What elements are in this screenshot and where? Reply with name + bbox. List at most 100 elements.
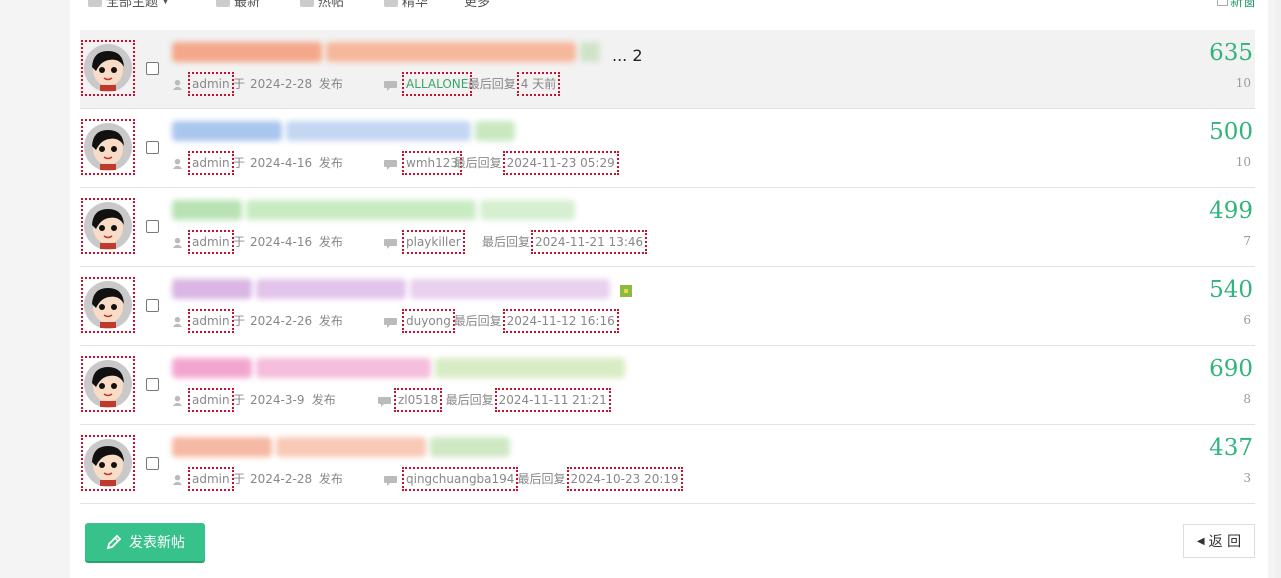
thread-row[interactable]: admin 于 2024-4-16 发布 playkiller 最后回复 202… (80, 188, 1255, 267)
last-reply-time[interactable]: 2024-11-11 21:21 (494, 388, 611, 412)
user-icon (172, 316, 183, 327)
author-sep: 于 (233, 393, 246, 407)
last-reply-label: 最后回复 (453, 314, 502, 328)
thread-title-obscured[interactable] (172, 437, 272, 457)
thread-row[interactable]: admin 于 2024-3-9 发布 zl0518 最后回复 2024-11-… (80, 346, 1255, 425)
view-count: 635 (1209, 40, 1253, 66)
author-link[interactable]: admin (188, 467, 234, 491)
filter-hot[interactable]: 热帖 (300, 0, 344, 10)
filter-digest[interactable]: 精华 (384, 0, 428, 10)
author-avatar[interactable] (81, 277, 135, 333)
filter-all-label: 全部主题 (106, 0, 159, 10)
thread-row[interactable]: admin 于 2024-4-16 发布 wmh123 最后回复 2024-11… (80, 109, 1255, 188)
thread-row[interactable]: ... 2 admin 于 2024-2-28 发布 ALLALONE 最后回复… (80, 30, 1255, 109)
filter-more[interactable]: 更多 (464, 0, 490, 10)
thread-title-obscured[interactable] (276, 437, 426, 457)
back-button[interactable]: ◀ 返 回 (1183, 524, 1255, 558)
thread-title-obscured[interactable] (172, 279, 252, 299)
thread-select-checkbox[interactable] (146, 220, 159, 233)
author-avatar[interactable] (81, 119, 135, 175)
author-link[interactable]: admin (188, 388, 234, 412)
latest-icon (216, 0, 230, 7)
user-icon (172, 158, 183, 169)
thread-select-checkbox[interactable] (146, 141, 159, 154)
hot-icon (300, 0, 314, 7)
thread-row[interactable]: admin 于 2024-2-26 发布 duyong 最后回复 2024-11… (80, 267, 1255, 346)
post-date: 2024-3-9 (250, 393, 305, 407)
view-count: 499 (1209, 198, 1253, 224)
thread-select-checkbox[interactable] (146, 299, 159, 312)
author-sep: 于 (233, 156, 246, 170)
last-replier-link[interactable]: duyong (402, 309, 455, 333)
thread-title-obscured[interactable] (246, 200, 476, 220)
thread-select-checkbox[interactable] (146, 378, 159, 391)
thread-row[interactable]: admin 于 2024-2-28 发布 qingchuangba194 最后回… (80, 425, 1255, 504)
thread-title-obscured[interactable] (172, 121, 282, 141)
posted-label: 发布 (318, 472, 343, 486)
thread-page-count[interactable]: ... 2 (612, 46, 643, 65)
thread-title-obscured[interactable] (326, 42, 576, 62)
avatar-image (84, 123, 132, 171)
new-window-checkbox[interactable] (1216, 0, 1228, 6)
last-reply-label: 最后回复 (482, 235, 531, 249)
digest-icon (384, 0, 398, 7)
last-reply-time[interactable]: 4 天前 (516, 72, 561, 96)
author-avatar[interactable] (81, 356, 135, 412)
author-sep: 于 (233, 314, 246, 328)
view-count: 500 (1209, 119, 1253, 145)
thread-select-checkbox[interactable] (146, 457, 159, 470)
avatar-image (84, 281, 132, 329)
author-link[interactable]: admin (188, 72, 234, 96)
thread-select-checkbox[interactable] (146, 62, 159, 75)
author-avatar[interactable] (81, 198, 135, 254)
avatar-image (84, 202, 132, 250)
last-reply-label: 最后回复 (453, 156, 502, 170)
thread-list: ... 2 admin 于 2024-2-28 发布 ALLALONE 最后回复… (80, 30, 1255, 504)
image-attachment-icon (620, 285, 632, 297)
thread-title-obscured[interactable] (430, 437, 510, 457)
post-date: 2024-2-28 (250, 472, 313, 486)
thread-title-obscured[interactable] (410, 279, 610, 299)
thread-title-obscured[interactable] (480, 200, 575, 220)
last-replier-link[interactable]: zl0518 (394, 388, 443, 412)
author-avatar[interactable] (81, 40, 135, 96)
thread-title-obscured[interactable] (435, 358, 625, 378)
author-link[interactable]: admin (188, 230, 234, 254)
last-replier-link[interactable]: playkiller (402, 230, 465, 254)
author-link[interactable]: admin (188, 309, 234, 333)
author-avatar[interactable] (81, 435, 135, 491)
view-count: 690 (1209, 356, 1253, 382)
reply-icon (384, 318, 397, 328)
author-sep: 于 (233, 77, 246, 91)
thread-title-obscured[interactable] (286, 121, 471, 141)
author-sep: 于 (233, 472, 246, 486)
last-reply-time[interactable]: 2024-11-12 16:16 (502, 309, 619, 333)
thread-title-obscured[interactable] (172, 42, 322, 62)
thread-title-obscured[interactable] (256, 279, 406, 299)
filter-digest-label: 精华 (402, 0, 429, 10)
new-post-button[interactable]: 发表新帖 (85, 523, 205, 561)
reply-icon (384, 81, 397, 91)
thread-title-obscured[interactable] (256, 358, 431, 378)
filter-all-icon (88, 0, 102, 7)
thread-title-obscured[interactable] (475, 121, 515, 141)
thread-title-obscured[interactable] (172, 358, 252, 378)
new-post-label: 发表新帖 (129, 535, 185, 551)
reply-count: 7 (1243, 234, 1251, 248)
filter-all-threads[interactable]: 全部主题 ▼ (88, 0, 169, 10)
last-reply-time[interactable]: 2024-11-21 13:46 (531, 230, 648, 254)
last-reply-time[interactable]: 2024-10-23 20:19 (566, 467, 683, 491)
user-icon (172, 79, 183, 90)
page-edge (1275, 0, 1281, 578)
post-date: 2024-4-16 (250, 156, 313, 170)
last-reply-time[interactable]: 2024-11-23 05:29 (502, 151, 619, 175)
last-replier-link[interactable]: ALLALONE (402, 72, 473, 96)
thread-title-obscured[interactable] (172, 200, 242, 220)
filter-latest[interactable]: 最新 (216, 0, 260, 10)
last-replier-link[interactable]: qingchuangba194 (402, 467, 519, 491)
filter-latest-label: 最新 (234, 0, 261, 10)
thread-title-obscured[interactable] (580, 42, 600, 62)
author-link[interactable]: admin (188, 151, 234, 175)
new-window-toggle[interactable]: 新窗 (1216, 0, 1256, 10)
caret-left-icon: ◀ (1196, 535, 1205, 547)
